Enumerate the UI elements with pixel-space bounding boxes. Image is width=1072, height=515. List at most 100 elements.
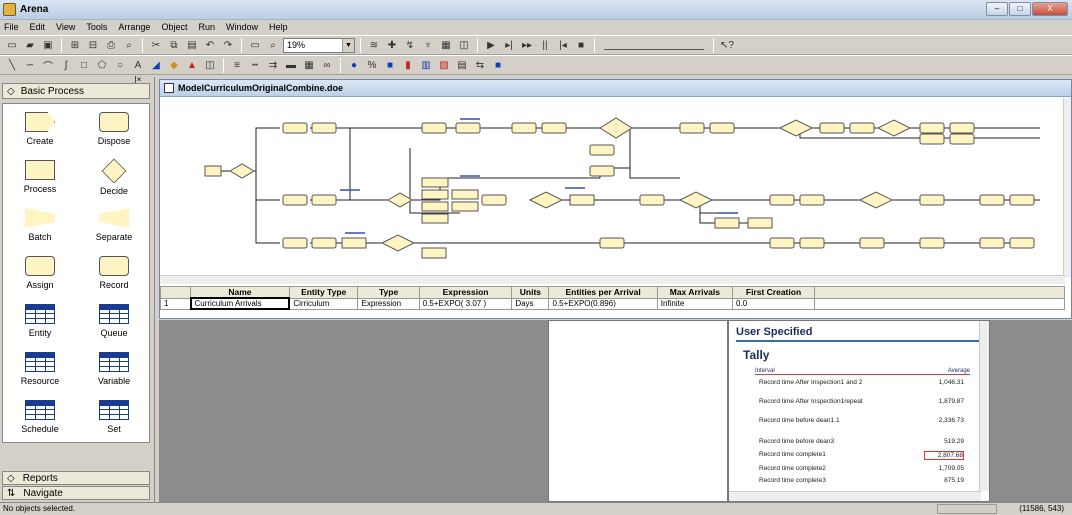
cut-icon[interactable]: ✂ xyxy=(148,37,164,53)
canvas-vertical-scrollbar[interactable] xyxy=(1063,98,1071,278)
connect-icon[interactable]: ✚ xyxy=(384,37,400,53)
paste-icon[interactable]: ▤ xyxy=(184,37,200,53)
menu-tools[interactable]: Tools xyxy=(86,20,107,34)
report-horizontal-scrollbar[interactable] xyxy=(729,491,981,501)
maximize-button[interactable]: □ xyxy=(1009,2,1031,16)
ellipse-icon[interactable]: ○ xyxy=(112,57,128,73)
basic-process-panel-header[interactable]: ◇ Basic Process xyxy=(2,83,150,99)
reports-panel-header[interactable]: ◇ Reports xyxy=(2,471,150,485)
layers-icon[interactable]: ≋ xyxy=(366,37,382,53)
layers-toggle-icon[interactable]: ◫ xyxy=(456,37,472,53)
schedule-module[interactable]: Schedule xyxy=(3,400,77,434)
arc-icon[interactable]: ⌒ xyxy=(40,57,56,73)
text-color-icon[interactable]: ▲ xyxy=(184,57,200,73)
cell-entity-type[interactable]: Cirriculum xyxy=(288,297,359,310)
resource-module[interactable]: Resource xyxy=(3,352,77,386)
separate-module[interactable]: Separate xyxy=(77,208,151,242)
close-button[interactable]: X xyxy=(1032,2,1068,16)
box-icon[interactable]: □ xyxy=(76,57,92,73)
canvas-horizontal-scrollbar[interactable] xyxy=(160,275,1065,284)
dispose-module[interactable]: Dispose xyxy=(77,112,151,146)
assign-module[interactable]: Assign xyxy=(3,256,77,290)
animate-connectors-icon[interactable]: ♆ xyxy=(420,37,436,53)
global-icon[interactable]: ■ xyxy=(490,57,506,73)
flowchart-canvas[interactable] xyxy=(160,98,1065,278)
menu-edit[interactable]: Edit xyxy=(30,20,46,34)
pause-icon[interactable]: || xyxy=(537,37,553,53)
set-module[interactable]: Set xyxy=(77,400,151,434)
zoom-dropdown[interactable]: 19% ▼ xyxy=(283,37,355,53)
save-icon[interactable]: ▣ xyxy=(40,37,56,53)
cell-entities-per-arrival[interactable]: 0.5+EXPO(0.896) xyxy=(548,297,658,310)
process-module[interactable]: Process xyxy=(3,160,77,194)
bezier-icon[interactable]: ∫ xyxy=(58,57,74,73)
print-preview-icon[interactable]: ⌕ xyxy=(121,37,137,53)
line-style-icon[interactable]: ┅ xyxy=(247,57,263,73)
minimize-button[interactable]: – xyxy=(986,2,1008,16)
create-module[interactable]: Create xyxy=(3,112,77,146)
cell-max-arrivals[interactable]: Infinite xyxy=(656,297,734,310)
arrow-style-icon[interactable]: ⇉ xyxy=(265,57,281,73)
queue-module[interactable]: Queue xyxy=(77,304,151,338)
animate-icon[interactable]: ∞ xyxy=(319,57,335,73)
end-icon[interactable]: ■ xyxy=(573,37,589,53)
new-file-icon[interactable]: ▭ xyxy=(4,37,20,53)
line-color-icon[interactable]: ◢ xyxy=(148,57,164,73)
cell-type[interactable]: Expression xyxy=(357,297,420,310)
table-row[interactable]: 1 Curriculum Arrivals Cirriculum Express… xyxy=(160,297,1065,310)
line-width-icon[interactable]: ≡ xyxy=(229,57,245,73)
histogram-icon[interactable]: ▥ xyxy=(418,57,434,73)
queue-icon[interactable]: ▤ xyxy=(454,57,470,73)
menu-view[interactable]: View xyxy=(56,20,75,34)
view-region-icon[interactable]: ▭ xyxy=(247,37,263,53)
line-pattern-icon[interactable]: ▬ xyxy=(283,57,299,73)
menu-help[interactable]: Help xyxy=(269,20,288,34)
start-over-icon[interactable]: |◂ xyxy=(555,37,571,53)
go-icon[interactable]: ▶ xyxy=(483,37,499,53)
background-color-icon[interactable]: ◫ xyxy=(202,57,218,73)
smart-connect-icon[interactable]: ↯ xyxy=(402,37,418,53)
batch-module[interactable]: Batch xyxy=(3,208,77,242)
polyline-icon[interactable]: ∽ xyxy=(22,57,38,73)
template-attach-icon[interactable]: ⊞ xyxy=(67,37,83,53)
column-header-max-arrivals[interactable]: Max Arrivals xyxy=(656,286,734,299)
print-icon[interactable]: ⎙ xyxy=(103,37,119,53)
menu-window[interactable]: Window xyxy=(226,20,258,34)
cell-first-creation[interactable]: 0.0 xyxy=(732,297,815,310)
date-icon[interactable]: % xyxy=(364,57,380,73)
zoom-icon[interactable]: ⌕ xyxy=(265,37,281,53)
context-help-icon[interactable]: ↖? xyxy=(719,37,735,53)
animation-speed-slider[interactable] xyxy=(604,40,704,50)
decide-module[interactable]: Decide xyxy=(77,158,151,196)
column-header-entities-per-arrival[interactable]: Entities per Arrival xyxy=(548,286,658,299)
fast-forward-icon[interactable]: ▸▸ xyxy=(519,37,535,53)
copy-icon[interactable]: ⧉ xyxy=(166,37,182,53)
column-header-expression[interactable]: Expression xyxy=(418,286,513,299)
fill-pattern-icon[interactable]: ▦ xyxy=(301,57,317,73)
polygon-icon[interactable]: ⬠ xyxy=(94,57,110,73)
open-folder-icon[interactable]: ▰ xyxy=(22,37,38,53)
redo-icon[interactable]: ↷ xyxy=(220,37,236,53)
submodel-icon[interactable]: ▦ xyxy=(438,37,454,53)
resource-icon[interactable]: ⇆ xyxy=(472,57,488,73)
cell-name[interactable]: Curriculum Arrivals xyxy=(189,297,291,310)
cell-units[interactable]: Days xyxy=(511,297,550,310)
column-header-entity-type[interactable]: Entity Type xyxy=(288,286,359,299)
column-header-type[interactable]: Type xyxy=(357,286,420,299)
menu-run[interactable]: Run xyxy=(198,20,215,34)
cell-expression[interactable]: 0.5+EXPO( 3.07 ) xyxy=(418,297,513,310)
column-header-units[interactable]: Units xyxy=(511,286,550,299)
line-icon[interactable]: ╲ xyxy=(4,57,20,73)
menu-arrange[interactable]: Arrange xyxy=(118,20,150,34)
level-icon[interactable]: ▮ xyxy=(400,57,416,73)
fill-color-icon[interactable]: ◆ xyxy=(166,57,182,73)
template-detach-icon[interactable]: ⊟ xyxy=(85,37,101,53)
menu-file[interactable]: File xyxy=(4,20,19,34)
plot-icon[interactable]: ▧ xyxy=(436,57,452,73)
report-row-value-highlighted[interactable]: 2,807.68 xyxy=(924,451,964,460)
navigate-panel-header[interactable]: ⇅ Navigate xyxy=(2,486,150,500)
undo-icon[interactable]: ↶ xyxy=(202,37,218,53)
step-icon[interactable]: ▸| xyxy=(501,37,517,53)
variable-module[interactable]: Variable xyxy=(77,352,151,386)
entity-module[interactable]: Entity xyxy=(3,304,77,338)
